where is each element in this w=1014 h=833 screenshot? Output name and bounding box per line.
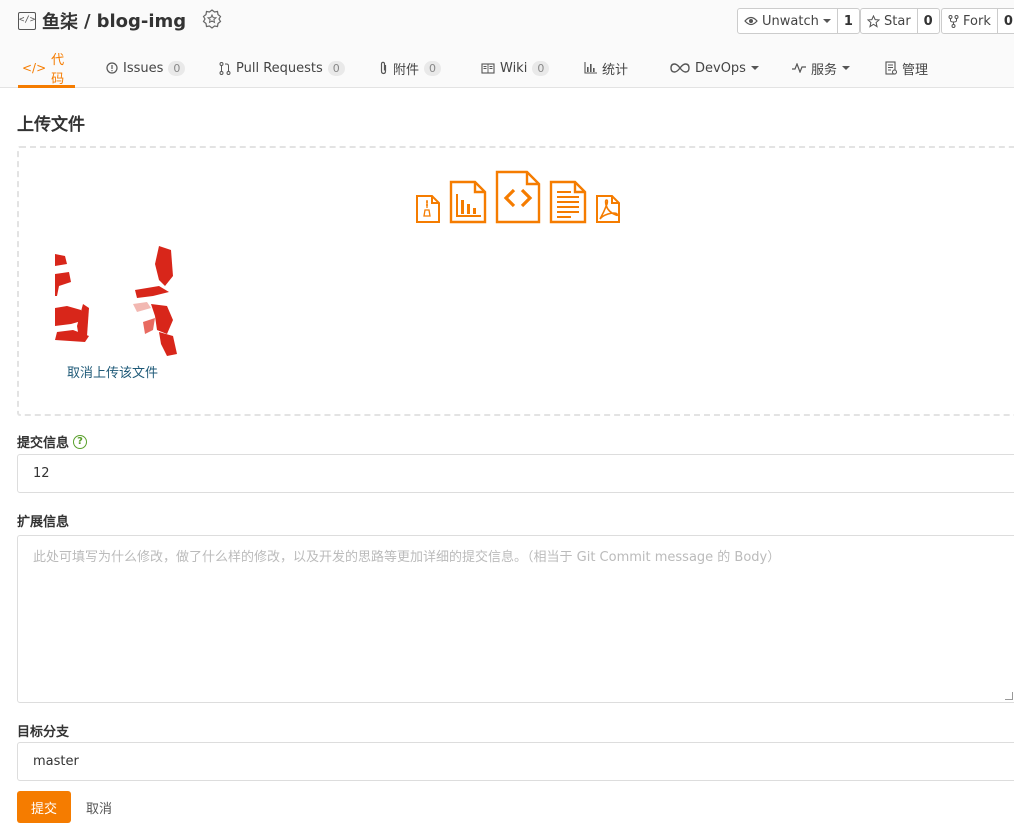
- bar-chart-icon: [584, 62, 597, 74]
- tab-label: 统计: [602, 62, 629, 78]
- tab-label: 附件: [393, 62, 420, 78]
- cancel-button[interactable]: 取消: [86, 791, 112, 823]
- upload-dropzone[interactable]: 取消上传该文件: [17, 146, 1014, 416]
- code-file-icon: [495, 170, 541, 224]
- target-branch-input[interactable]: master: [17, 742, 1014, 781]
- tab-label: Pull Requests: [236, 60, 323, 76]
- issue-icon: [106, 62, 118, 74]
- repo-header: </> 鱼柒 / blog-img Unwatch 1 Star 0 Fork …: [0, 0, 1014, 88]
- tab-count: 0: [168, 60, 186, 76]
- file-type-icons: [415, 170, 621, 224]
- star-group: Star 0: [860, 8, 940, 34]
- repo-owner-link[interactable]: 鱼柒: [42, 8, 78, 34]
- chevron-down-icon: [842, 66, 851, 70]
- tab-pull-requests[interactable]: Pull Requests 0: [219, 48, 345, 88]
- repo-title: </> 鱼柒 / blog-img: [18, 8, 222, 34]
- submit-button[interactable]: 提交: [17, 791, 71, 823]
- zip-file-icon: [416, 195, 440, 223]
- pull-request-icon: [219, 61, 231, 75]
- chevron-down-icon: [750, 66, 759, 70]
- extended-message-label: 扩展信息: [17, 515, 70, 530]
- chevron-down-icon: [822, 19, 831, 23]
- fork-label: Fork: [963, 13, 991, 29]
- extended-message-placeholder: 此处可填写为什么修改，做了什么样的修改，以及开发的思路等更加详细的提交信息。（相…: [33, 550, 781, 565]
- pulse-icon: [792, 63, 806, 73]
- text-file-icon: [549, 180, 587, 224]
- tab-code[interactable]: </> 代码: [18, 48, 75, 88]
- star-count[interactable]: 0: [918, 9, 939, 33]
- book-icon: [481, 62, 495, 74]
- tab-attachments[interactable]: 附件 0: [379, 48, 442, 88]
- unwatch-label: Unwatch: [762, 13, 819, 29]
- repo-code-icon: </>: [18, 12, 36, 30]
- tab-label: 代码: [51, 53, 65, 87]
- help-icon[interactable]: ?: [73, 434, 88, 449]
- star-button[interactable]: Star: [861, 9, 918, 33]
- repo-tabs: </> 代码 Issues 0 Pull Requests 0 附件 0 Wik…: [0, 48, 1014, 88]
- tab-count: 0: [327, 60, 345, 76]
- cancel-upload-link[interactable]: 取消上传该文件: [67, 362, 158, 381]
- tab-label: DevOps: [695, 60, 746, 76]
- repo-name-link[interactable]: blog-img: [97, 11, 187, 32]
- commit-message-label: 提交信息 ?: [17, 432, 88, 451]
- fork-group: Fork 0: [941, 8, 1014, 34]
- watch-count[interactable]: 1: [838, 9, 859, 33]
- fork-icon: [948, 14, 959, 28]
- tab-count: 0: [532, 60, 550, 76]
- tab-issues[interactable]: Issues 0: [106, 48, 186, 88]
- pdf-file-icon: [596, 195, 620, 223]
- paperclip-icon: [380, 61, 387, 75]
- tab-wiki[interactable]: Wiki 0: [481, 48, 550, 88]
- fork-button[interactable]: Fork: [942, 9, 998, 33]
- tab-stats[interactable]: 统计: [584, 48, 628, 88]
- target-branch-label: 目标分支: [17, 725, 70, 740]
- tab-count: 0: [424, 60, 442, 76]
- tab-manage[interactable]: 管理: [885, 48, 928, 88]
- commit-message-label-text: 提交信息: [17, 436, 70, 451]
- infinity-icon: [670, 63, 690, 73]
- tab-devops[interactable]: DevOps: [670, 48, 759, 88]
- unwatch-button[interactable]: Unwatch: [738, 9, 838, 33]
- uploaded-image-preview: [55, 246, 177, 356]
- page-title: 上传文件: [17, 115, 85, 135]
- star-icon: [867, 14, 880, 28]
- tab-services[interactable]: 服务: [792, 48, 851, 88]
- tab-label: 管理: [902, 62, 929, 78]
- extended-message-textarea[interactable]: 此处可填写为什么修改，做了什么样的修改，以及开发的思路等更加详细的提交信息。（相…: [17, 535, 1014, 703]
- repo-separator: /: [84, 10, 91, 32]
- tab-label: 服务: [811, 62, 838, 78]
- settings-doc-icon: [885, 61, 897, 75]
- chart-file-icon: [449, 180, 487, 224]
- commit-message-input[interactable]: 12: [17, 454, 1014, 493]
- recommend-badge-icon[interactable]: [202, 9, 222, 33]
- fork-count[interactable]: 0: [998, 9, 1014, 33]
- code-icon: </>: [22, 61, 47, 75]
- eye-icon: [744, 16, 758, 26]
- resize-handle[interactable]: [1005, 692, 1013, 700]
- star-label: Star: [884, 13, 911, 29]
- tab-label: Wiki: [500, 60, 528, 76]
- watch-group: Unwatch 1: [737, 8, 860, 34]
- tab-label: Issues: [123, 60, 164, 76]
